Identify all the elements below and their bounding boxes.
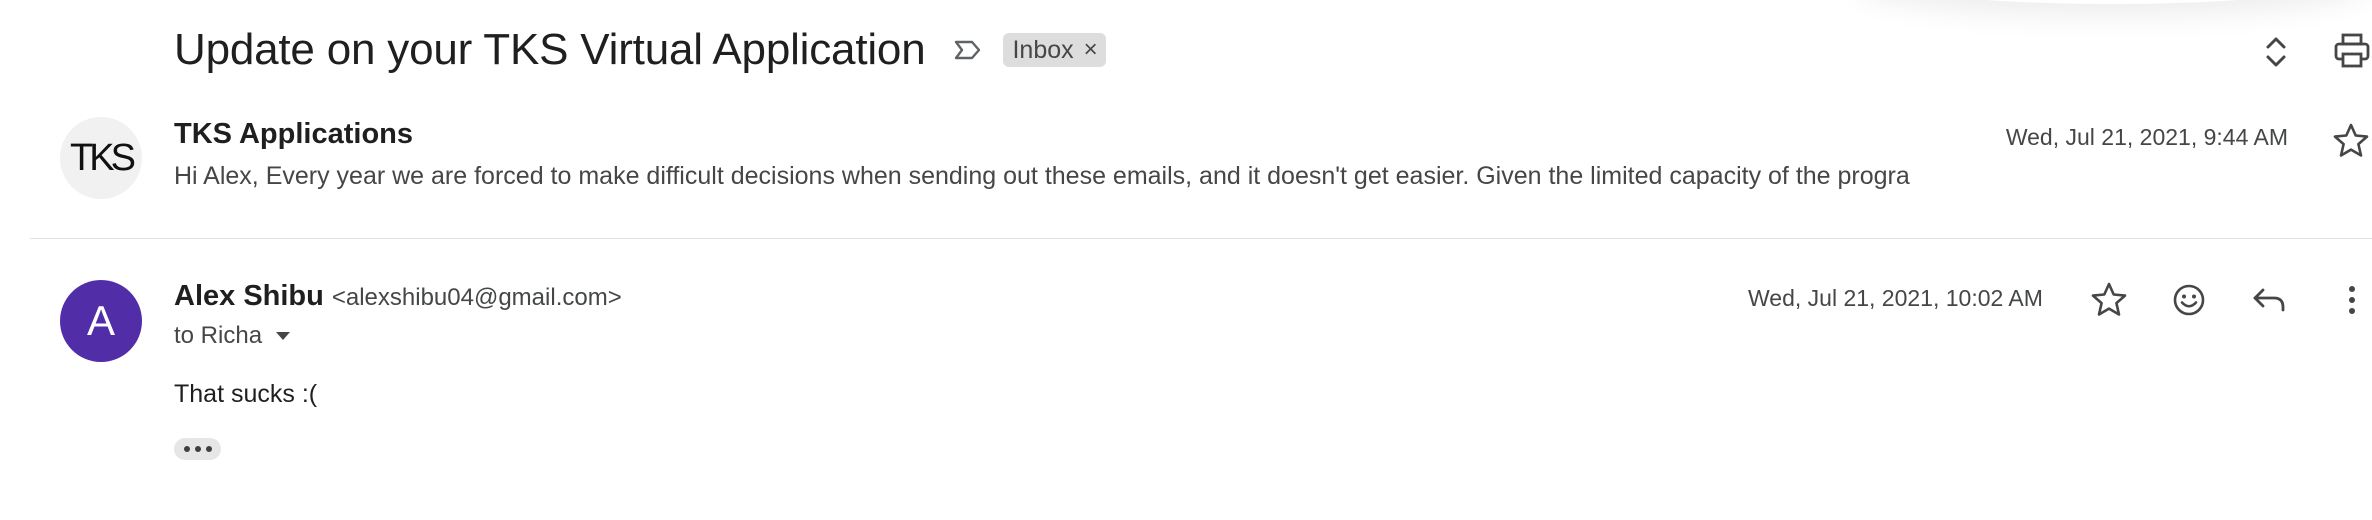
inbox-label-chip: Inbox ×	[1003, 33, 1106, 67]
sender-row: Alex Shibu <alexshibu04@gmail.com>	[174, 280, 622, 313]
thread-subject: Update on your TKS Virtual Application	[174, 25, 926, 74]
recipient-details-toggle[interactable]: to Richa	[174, 322, 292, 350]
print-icon[interactable]	[2332, 32, 2372, 70]
expand-all-icon[interactable]	[2258, 32, 2294, 72]
sender-name[interactable]: TKS Applications	[174, 118, 413, 151]
show-trimmed-content-icon	[183, 446, 190, 452]
sender-name[interactable]: Alex Shibu	[174, 280, 324, 313]
tks-logo-text: TKS	[70, 136, 136, 179]
more-vert-icon[interactable]	[2332, 280, 2372, 320]
message-divider	[30, 238, 2372, 239]
star-icon[interactable]	[2089, 280, 2129, 320]
sender-email: <alexshibu04@gmail.com>	[331, 284, 622, 311]
message-date: Wed, Jul 21, 2021, 10:02 AM	[1748, 285, 2043, 311]
remove-label-button[interactable]: ×	[1084, 38, 1098, 62]
message-body: That sucks :(	[174, 380, 318, 408]
emoji-reaction-icon[interactable]	[2169, 280, 2209, 320]
star-icon[interactable]	[2331, 121, 2371, 161]
show-trimmed-content-button[interactable]	[174, 438, 221, 460]
email-thread-view: Update on your TKS Virtual Application I…	[0, 0, 2372, 520]
message-date: Wed, Jul 21, 2021, 9:44 AM	[2005, 124, 2288, 150]
recipient-text: to Richa	[174, 322, 263, 349]
show-trimmed-content-icon	[194, 446, 201, 452]
message-snippet[interactable]: Hi Alex, Every year we are forced to mak…	[174, 162, 1980, 191]
reply-icon[interactable]	[2249, 280, 2289, 320]
header-shadow	[1852, 0, 2372, 4]
caret-down-icon[interactable]	[274, 330, 292, 342]
show-trimmed-content-icon	[205, 446, 212, 452]
label-chip-text: Inbox	[1012, 35, 1074, 64]
importance-marker-icon[interactable]	[951, 33, 985, 67]
sender-avatar-tks[interactable]: TKS	[60, 117, 142, 199]
sender-avatar-alex[interactable]: A	[60, 280, 142, 362]
subject-row: Update on your TKS Virtual Application I…	[174, 20, 1106, 80]
